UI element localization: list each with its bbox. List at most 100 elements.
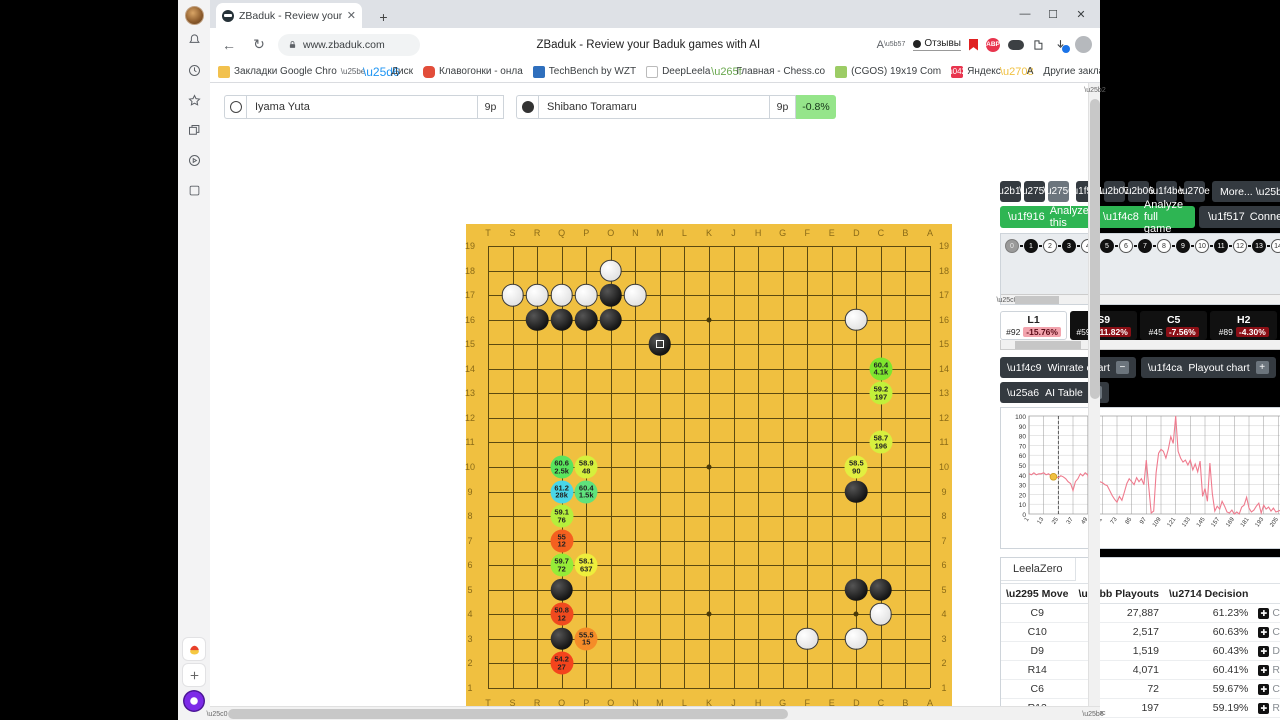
black-stone[interactable] [845, 480, 868, 503]
add-variation-icon[interactable]: ✚ [1258, 664, 1270, 676]
move-hint[interactable]: 59.2 197 [869, 381, 893, 405]
move-strip-node[interactable]: 12 [1233, 239, 1247, 253]
move-strip-node[interactable]: 8 [1157, 239, 1171, 253]
white-stone[interactable] [525, 283, 549, 307]
reload-button[interactable]: ↻ [248, 34, 270, 56]
cell-sequence[interactable]: ✚R13 C... [1253, 698, 1280, 718]
chrome-profile-avatar[interactable] [1075, 36, 1092, 53]
scroll-thumb[interactable] [1015, 296, 1059, 304]
col-move[interactable]: \u2295 Move [1001, 584, 1074, 604]
white-stone[interactable] [795, 627, 819, 651]
more-button[interactable]: More... \u25be [1212, 181, 1280, 202]
black-stone[interactable] [550, 627, 573, 651]
move-strip-node[interactable]: 5 [1100, 239, 1114, 253]
pencil-icon[interactable]: \u270e [1179, 181, 1210, 202]
bookmark-item[interactable]: DeepLeela [646, 65, 710, 78]
white-player-rank[interactable]: 9p [478, 95, 504, 119]
move-strip-node[interactable]: 13 [1252, 239, 1266, 253]
translate-icon[interactable]: A \u5b57 [877, 39, 906, 51]
scroll-left-icon[interactable]: \u25c0 [996, 295, 1017, 305]
move-strip[interactable]: 012345678910111213141516 \u25b2 \u25bc \… [996, 233, 1280, 305]
speed-dial-icon[interactable] [180, 175, 208, 205]
add-variation-icon[interactable]: ✚ [1258, 645, 1270, 657]
cell-sequence[interactable]: ✚R14 C... [1253, 660, 1280, 680]
move-hint[interactable]: 58.5 90 [844, 455, 868, 479]
profile-avatar[interactable] [184, 6, 204, 25]
chevron-down-icon[interactable]: \u25be [341, 67, 365, 76]
page-vertical-scrollbar[interactable]: \u25b2 \u25bc [1084, 83, 1106, 720]
black-player-name[interactable]: Shibano Toramaru [538, 95, 770, 119]
move-strip-node[interactable]: 7 [1138, 239, 1152, 253]
feedback-button[interactable]: Отзывы [913, 38, 961, 51]
winrate-chart[interactable]: 0102030405060708090100113253749617385971… [1000, 407, 1280, 549]
paste-icon[interactable]: \u2750 [1043, 181, 1074, 202]
black-stone[interactable] [599, 308, 623, 331]
add-variation-icon[interactable]: ✚ [1258, 626, 1270, 638]
black-stone[interactable] [599, 283, 623, 307]
col-sequence[interactable]: A \u2699 [1253, 584, 1280, 604]
black-player-rank[interactable]: 9p [770, 95, 796, 119]
bookmark-item[interactable]: \u042f Яндекс [946, 65, 1001, 78]
maximize-button[interactable]: ☐ [1040, 4, 1066, 24]
move-strip-node[interactable]: 11 [1214, 239, 1228, 253]
bell-icon[interactable] [180, 25, 208, 55]
black-stone[interactable] [574, 308, 598, 331]
player-icon[interactable] [180, 145, 208, 175]
move-strip-node[interactable]: 10 [1195, 239, 1209, 253]
toggle-icon[interactable]: + [1255, 361, 1269, 374]
move-hint[interactable]: 58.7 196 [869, 430, 893, 454]
white-stone[interactable] [574, 283, 598, 307]
minimize-button[interactable]: — [1012, 4, 1038, 24]
history-icon[interactable] [180, 55, 208, 85]
engine-tab[interactable]: LeelaZero [1001, 558, 1076, 581]
cell-sequence[interactable]: ✚C9 R1... [1253, 603, 1280, 623]
move-hint[interactable]: 61.2 28k [550, 480, 574, 504]
scroll-thumb[interactable] [1015, 341, 1081, 349]
cell-sequence[interactable]: ✚C10 C... [1253, 622, 1280, 642]
table-row[interactable]: D91,51960.43%✚D9 C1... [1001, 641, 1280, 661]
mistakes-list[interactable]: L1 #92 -15.76% S9 #59 -11.82% C5 #45 -7.56% H2 #89… [1000, 311, 1280, 340]
bookmark-star-icon[interactable] [969, 38, 978, 51]
bookmark-item[interactable]: \u265f Главная - Chess.co [711, 66, 825, 78]
move-strip-node[interactable]: 9 [1176, 239, 1190, 253]
white-stone[interactable] [624, 283, 647, 307]
black-stone[interactable] [869, 578, 893, 602]
back-button[interactable]: ← [218, 34, 240, 56]
black-stone[interactable] [550, 308, 573, 331]
ai-table[interactable]: LeelaZero \u2295 Move \u21bb [1000, 557, 1280, 720]
move-hint[interactable]: 60.4 4.1k [869, 357, 893, 381]
close-tab-icon[interactable]: ✕ [347, 9, 356, 22]
cell-sequence[interactable]: ✚C6 D6... [1253, 679, 1280, 699]
winrate-chart-toggle[interactable]: \u1f4c9 Winrate chart − [1000, 357, 1136, 378]
add-variation-icon[interactable]: ✚ [1258, 683, 1270, 695]
new-file-icon[interactable]: \u2b1c [995, 181, 1026, 202]
board-grid[interactable]: T T S S R R Q Q P P O O N N M M L L K K J J H H G G F F E E D D C C B B A A 19… [465, 224, 952, 710]
white-stone[interactable] [845, 308, 868, 331]
mistake-card[interactable]: L1 #92 -15.76% [1000, 311, 1068, 340]
bookmark-item[interactable]: \u25d6 Диск [363, 65, 413, 79]
scroll-right-icon[interactable]: \u25b6 [1082, 707, 1103, 720]
toggle-icon[interactable]: − [1115, 361, 1129, 374]
scroll-up-icon[interactable]: \u25b2 [1084, 83, 1105, 97]
scroll-thumb[interactable] [228, 709, 788, 719]
mistake-card[interactable]: S9 #59 -11.82% [1070, 311, 1138, 340]
move-strip-node[interactable]: 6 [1119, 239, 1133, 253]
mistake-card[interactable]: H2 #89 -4.30% [1210, 311, 1278, 340]
connect-button[interactable]: \u1f517 Connect... [1199, 206, 1280, 228]
scroll-thumb[interactable] [1090, 99, 1100, 399]
bookmark-item[interactable]: Закладки Google Chro \u25be [218, 65, 365, 78]
adblock-plus-icon[interactable]: ABP [986, 37, 1000, 52]
white-stone[interactable] [599, 259, 623, 282]
opera-logo-icon[interactable] [183, 690, 205, 712]
address-bar[interactable]: www.zbaduk.com [278, 33, 420, 56]
white-stone[interactable] [869, 603, 893, 626]
page-horizontal-scrollbar[interactable]: \u25c0 \u25b6 [206, 706, 1104, 720]
move-hint[interactable]: 60.4 1.5k [574, 480, 598, 504]
bookmark-item[interactable]: Клавогонки - онла [422, 65, 523, 78]
other-bookmarks-button[interactable]: Другие закладки \u25be [1043, 66, 1100, 77]
gamepad-extension-icon[interactable] [1008, 39, 1024, 50]
white-stone[interactable] [550, 283, 573, 307]
black-stone[interactable] [845, 578, 868, 602]
extensions-puzzle-icon[interactable] [1032, 38, 1046, 52]
white-player-name[interactable]: Iyama Yuta [246, 95, 478, 119]
